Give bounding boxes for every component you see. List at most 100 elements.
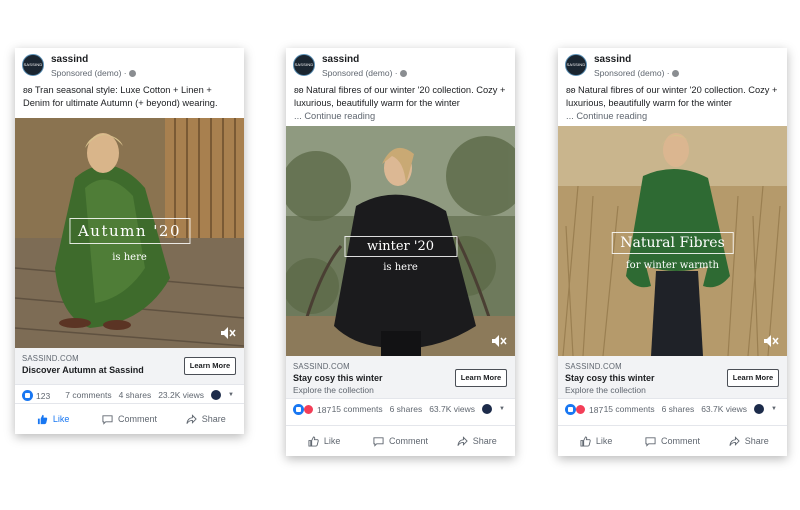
share-button[interactable]: Share (711, 426, 787, 456)
reactions[interactable]: 187 (293, 404, 331, 415)
like-label: Like (323, 436, 341, 446)
ad-card-winter: SASSIND sassind Sponsored (demo) · ʚʚ Na… (286, 48, 515, 456)
comment-button[interactable]: Comment (634, 426, 710, 456)
reaction-count: 187 (589, 404, 604, 415)
caret-down-icon[interactable]: ▼ (228, 392, 234, 398)
action-bar: Like Comment Share (558, 425, 787, 456)
share-button[interactable]: Share (439, 426, 515, 456)
page-avatar[interactable]: SASSIND (22, 54, 44, 76)
page-name[interactable]: sassind (322, 54, 359, 65)
stat-counts: 7 comments 4 shares 23.2K views ▼ (65, 390, 234, 400)
caret-down-icon[interactable]: ▼ (499, 406, 505, 412)
profile-picker-icon[interactable] (754, 404, 765, 414)
stat-counts: 15 comments 6 shares 63.7K views ▼ (332, 404, 505, 414)
globe-icon (671, 69, 679, 77)
engagement-stats: 187 15 comments 6 shares 63.7K views ▼ (286, 399, 515, 421)
stat-counts: 15 comments 6 shares 63.7K views ▼ (604, 404, 777, 414)
like-button[interactable]: Like (558, 426, 634, 456)
page-avatar[interactable]: SASSIND (293, 54, 315, 76)
page-name[interactable]: sassind (594, 54, 631, 65)
avatar-logo-text: SASSIND (294, 62, 314, 67)
learn-more-button[interactable]: Learn More (455, 369, 507, 387)
ad-video[interactable]: winter '20 is here (286, 126, 515, 356)
link-headline: Stay cosy this winter (565, 373, 655, 383)
overlay-title: Autumn '20 (68, 218, 191, 244)
learn-more-button[interactable]: Learn More (184, 357, 236, 375)
link-preview[interactable]: SASSIND.COM Stay cosy this winter Explor… (286, 356, 515, 399)
comment-count[interactable]: 15 comments (332, 404, 383, 414)
post-body: ʚʚ Natural fibres of our winter '20 coll… (286, 84, 515, 126)
overlay-title: winter '20 (343, 236, 458, 257)
comment-label: Comment (660, 436, 700, 446)
share-button[interactable]: Share (168, 404, 244, 434)
like-label: Like (595, 436, 613, 446)
link-description: Explore the collection (293, 385, 374, 395)
link-preview[interactable]: SASSIND.COM Discover Autumn at Sassind L… (15, 348, 244, 385)
mute-icon[interactable] (220, 326, 236, 340)
comment-count[interactable]: 7 comments (65, 390, 111, 400)
share-count[interactable]: 6 shares (662, 404, 695, 414)
ad-video[interactable]: Autumn '20 is here (15, 118, 244, 348)
page-avatar[interactable]: SASSIND (565, 54, 587, 76)
comment-label: Comment (117, 414, 157, 424)
comment-label: Comment (388, 436, 428, 446)
like-reaction-icon (22, 390, 33, 401)
reaction-count: 187 (317, 404, 332, 415)
overlay-subtitle: for winter warmth (625, 260, 720, 271)
share-count[interactable]: 4 shares (119, 390, 152, 400)
sponsored-text: Sponsored (demo) · (594, 68, 670, 78)
like-reaction-icon (565, 404, 576, 415)
profile-picker-icon[interactable] (211, 390, 222, 400)
like-button[interactable]: Like (286, 426, 362, 456)
sponsored-text: Sponsored (demo) · (322, 68, 398, 78)
link-description: Explore the collection (565, 385, 646, 395)
continue-reading-link[interactable]: ... Continue reading (566, 110, 779, 123)
reactions[interactable]: 187 (565, 404, 603, 415)
caret-down-icon[interactable]: ▼ (771, 406, 777, 412)
link-domain: SASSIND.COM (22, 354, 79, 363)
sponsored-label: Sponsored (demo) · (594, 68, 679, 78)
action-bar: Like Comment Share (286, 425, 515, 456)
learn-more-button[interactable]: Learn More (727, 369, 779, 387)
thumbs-up-icon (580, 435, 591, 447)
comment-icon (373, 436, 384, 447)
overlay-title: Natural Fibres (611, 232, 734, 254)
ad-video[interactable]: Natural Fibres for winter warmth (558, 126, 787, 356)
link-preview[interactable]: SASSIND.COM Stay cosy this winter Explor… (558, 356, 787, 399)
profile-picker-icon[interactable] (482, 404, 493, 414)
view-count: 63.7K views (701, 404, 748, 414)
post-body: ʚʚ Natural fibres of our winter '20 coll… (558, 84, 787, 126)
like-button[interactable]: Like (15, 404, 91, 434)
share-count[interactable]: 6 shares (390, 404, 423, 414)
post-header: SASSIND sassind Sponsored (demo) · (558, 48, 787, 84)
sponsored-label: Sponsored (demo) · (322, 68, 407, 78)
share-icon (457, 435, 468, 446)
post-body: ʚʚ Tran seasonal style: Luxe Cotton + Li… (15, 84, 244, 118)
link-domain: SASSIND.COM (565, 362, 622, 371)
sponsored-text: Sponsored (demo) · (51, 68, 127, 78)
mute-icon[interactable] (491, 334, 507, 348)
globe-icon (399, 69, 407, 77)
share-icon (729, 435, 740, 446)
avatar-logo-text: SASSIND (566, 62, 586, 67)
page-name[interactable]: sassind (51, 54, 88, 65)
ad-card-natural-fibres: SASSIND sassind Sponsored (demo) · ʚʚ Na… (558, 48, 787, 456)
post-header: SASSIND sassind Sponsored (demo) · (286, 48, 515, 84)
overlay-subtitle: is here (112, 252, 147, 263)
thumbs-up-icon (308, 435, 319, 447)
share-label: Share (744, 436, 769, 446)
comment-count[interactable]: 15 comments (604, 404, 655, 414)
love-reaction-icon (303, 404, 314, 415)
continue-reading-link[interactable]: ... Continue reading (294, 110, 507, 123)
comment-button[interactable]: Comment (362, 426, 438, 456)
post-text: ʚʚ Tran seasonal style: Luxe Cotton + Li… (23, 85, 218, 108)
comment-button[interactable]: Comment (91, 404, 167, 434)
link-domain: SASSIND.COM (293, 362, 350, 371)
comment-icon (102, 414, 113, 425)
mute-icon[interactable] (763, 334, 779, 348)
avatar-logo-text: SASSIND (23, 62, 43, 67)
action-bar: Like Comment Share (15, 403, 244, 434)
share-icon (186, 413, 197, 424)
view-count: 63.7K views (429, 404, 476, 414)
reactions[interactable]: 123 (22, 390, 50, 401)
